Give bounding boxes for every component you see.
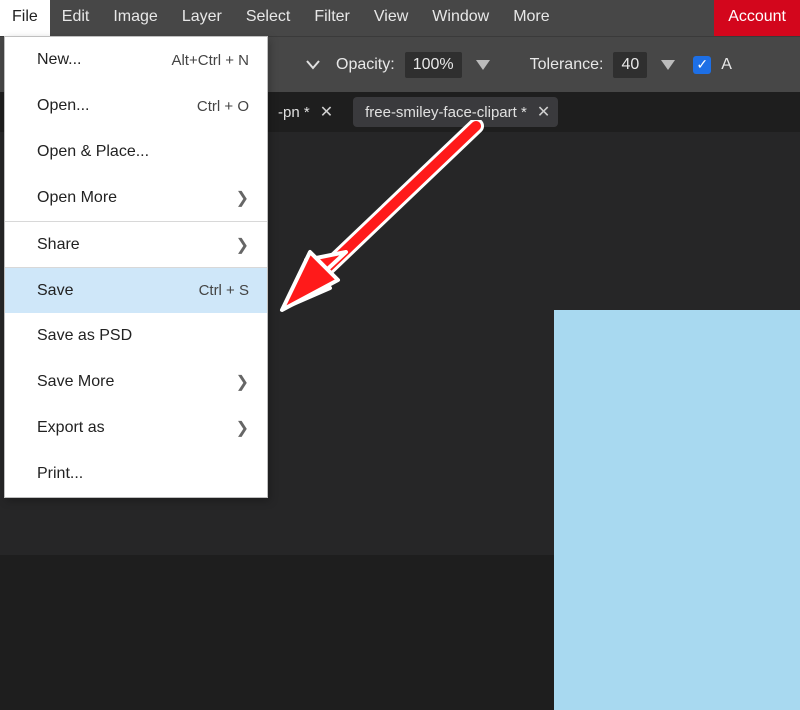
chevron-down-icon [306,60,320,70]
close-icon[interactable]: ✕ [320,102,333,122]
tab-label: -pn * [278,104,310,121]
close-icon[interactable]: ✕ [537,102,550,122]
chevron-right-icon: ❯ [236,372,249,392]
menu-item-label: Export as [37,419,236,437]
menu-more[interactable]: More [501,0,561,36]
menu-item-share[interactable]: Share ❯ [5,221,267,267]
menu-item-shortcut: Ctrl + O [197,98,249,115]
menu-item-label: Share [37,236,236,254]
menu-image[interactable]: Image [101,0,169,36]
menu-select[interactable]: Select [234,0,302,36]
menubar: File Edit Image Layer Select Filter View… [0,0,800,36]
antialias-label-truncated: A [721,56,732,74]
menu-file[interactable]: File [0,0,50,36]
menu-filter[interactable]: Filter [302,0,362,36]
document-tab[interactable]: free-smiley-face-clipart * ✕ [353,97,558,127]
menu-item-label: Open & Place... [37,143,249,161]
tab-label: free-smiley-face-clipart * [365,104,527,121]
file-menu-dropdown: New... Alt+Ctrl + N Open... Ctrl + O Ope… [4,36,268,498]
canvas[interactable] [554,310,800,710]
menu-item-label: Print... [37,465,249,483]
menu-item-label: Open More [37,189,236,207]
chevron-right-icon: ❯ [236,418,249,438]
menu-layer[interactable]: Layer [170,0,234,36]
menu-item-open[interactable]: Open... Ctrl + O [5,83,267,129]
document-tab[interactable]: -pn * ✕ [278,97,341,127]
tolerance-label: Tolerance: [530,56,604,74]
chevron-right-icon: ❯ [236,235,249,255]
menu-item-open-more[interactable]: Open More ❯ [5,175,267,221]
menu-item-open-place[interactable]: Open & Place... [5,129,267,175]
opacity-value[interactable]: 100% [405,52,462,78]
menu-item-print[interactable]: Print... [5,451,267,497]
menu-item-label: Save as PSD [37,327,249,345]
menu-window[interactable]: Window [420,0,501,36]
menu-view[interactable]: View [362,0,420,36]
tolerance-value[interactable]: 40 [613,52,647,78]
menu-edit[interactable]: Edit [50,0,102,36]
menu-item-export-as[interactable]: Export as ❯ [5,405,267,451]
chevron-right-icon: ❯ [236,188,249,208]
menu-item-save-psd[interactable]: Save as PSD [5,313,267,359]
menu-item-save-more[interactable]: Save More ❯ [5,359,267,405]
menu-item-label: Open... [37,97,197,115]
opacity-label: Opacity: [336,56,395,74]
menu-item-save[interactable]: Save Ctrl + S [5,267,267,313]
menu-item-label: New... [37,51,171,69]
menu-item-label: Save [37,282,199,300]
antialias-checkbox[interactable]: ✓ [693,56,711,74]
menu-item-label: Save More [37,373,236,391]
menu-item-shortcut: Ctrl + S [199,282,249,299]
tool-preset-dropdown[interactable] [278,51,326,79]
opacity-dropdown-icon[interactable] [476,60,490,70]
menubar-spacer [562,0,715,36]
account-button[interactable]: Account [714,0,800,36]
menu-item-new[interactable]: New... Alt+Ctrl + N [5,37,267,83]
menu-item-shortcut: Alt+Ctrl + N [171,52,249,69]
tolerance-dropdown-icon[interactable] [661,60,675,70]
